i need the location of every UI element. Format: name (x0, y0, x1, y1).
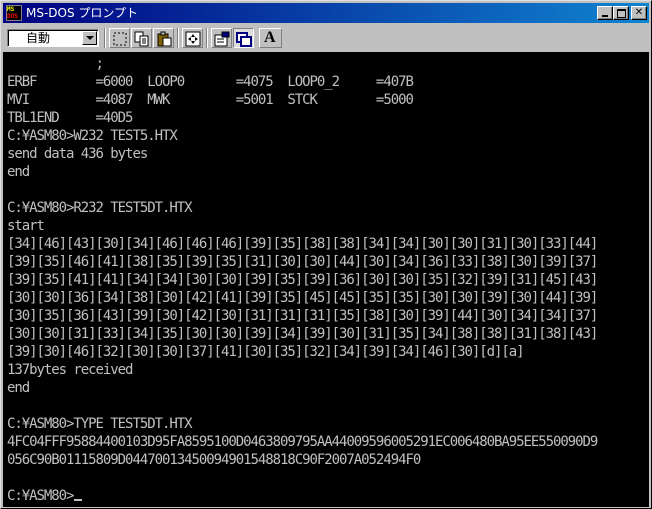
console-line: [39][35][46][41][38][35][39][35][31][30]… (7, 254, 598, 270)
background-button[interactable] (233, 28, 254, 48)
chevron-down-icon[interactable] (82, 31, 97, 45)
fullscreen-button[interactable] (182, 28, 203, 48)
console-line: C:¥ASM80>W232 TEST5.HTX (7, 128, 178, 144)
close-button[interactable]: ✕ (631, 6, 647, 20)
text-cursor (74, 499, 83, 501)
paste-button[interactable] (153, 28, 174, 48)
console-line: [30][30][36][34][38][30][42][41][39][35]… (7, 290, 598, 306)
console-line: [39][30][46][32][30][30][37][41][30][35]… (7, 344, 525, 360)
font-icon: A (264, 29, 276, 46)
msdos-window: MS DOS MS-DOS プロンプト ✕ 自動 A ; ERBF =6000 … (0, 0, 652, 509)
console-line: MVI =4087 MWK =5001 STCK =5000 (7, 92, 414, 108)
background-icon (236, 32, 252, 47)
mark-icon (113, 32, 127, 46)
properties-icon (214, 31, 230, 47)
console-line: end (7, 380, 30, 396)
minimize-button[interactable] (597, 6, 613, 20)
font-size-select[interactable]: 自動 (7, 29, 99, 47)
close-icon: ✕ (634, 7, 644, 18)
properties-button[interactable] (211, 28, 232, 48)
console-line: C:¥ASM80> (7, 487, 647, 505)
console-line: C:¥ASM80>R232 TEST5DT.HTX (7, 200, 193, 216)
console-line: ERBF =6000 LOOP0 =4075 LOOP0_2 =407B (7, 74, 414, 90)
console-line: TBL1END =40D5 (7, 110, 134, 126)
title-bar[interactable]: MS DOS MS-DOS プロンプト ✕ (3, 3, 649, 23)
font-size-value: 自動 (26, 31, 51, 45)
font-button[interactable]: A (259, 28, 282, 48)
console-line: start (7, 218, 45, 234)
console-line: ; (7, 56, 104, 72)
console-line: [39][35][41][41][34][34][30][30][39][35]… (7, 272, 598, 288)
toolbar-separator (206, 28, 208, 48)
window-title: MS-DOS プロンプト (26, 6, 139, 20)
toolbar-separator (177, 28, 179, 48)
copy-button[interactable] (131, 28, 152, 48)
console-line: [34][46][43][30][34][46][46][46][39][35]… (7, 236, 598, 252)
fullscreen-icon (185, 31, 201, 47)
console-line: [30][30][31][33][34][35][30][30][39][34]… (7, 326, 598, 342)
toolbar-separator (104, 28, 106, 48)
copy-icon (134, 31, 149, 47)
minimize-icon (602, 15, 608, 17)
console-text: ; ERBF =6000 LOOP0 =4075 LOOP0_2 =407B MVI… (7, 55, 647, 505)
console-line: end (7, 164, 30, 180)
console-line: [30][35][36][43][39][30][42][30][31][31]… (7, 308, 598, 324)
ms-dos-icon[interactable]: MS DOS (6, 5, 22, 21)
icon-text-top: MS (7, 6, 15, 13)
maximize-icon (617, 9, 626, 18)
icon-text-bottom: DOS (7, 13, 18, 20)
console-line: 056C90B01115809D04470013450094901548818C… (7, 452, 421, 468)
mark-button[interactable] (109, 28, 130, 48)
console-output[interactable]: ; ERBF =6000 LOOP0 =4075 LOOP0_2 =407B MVI… (3, 52, 649, 507)
console-line: send data 436 bytes (7, 146, 148, 162)
console-line: C:¥ASM80>TYPE TEST5DT.HTX (7, 416, 193, 432)
maximize-button[interactable] (613, 6, 629, 20)
console-line: 4FC04FFF95884400103D95FA8595100D04638097… (7, 434, 598, 450)
console-line: 137bytes received (7, 362, 134, 378)
paste-icon (157, 31, 172, 47)
toolbar: 自動 A (3, 25, 649, 52)
